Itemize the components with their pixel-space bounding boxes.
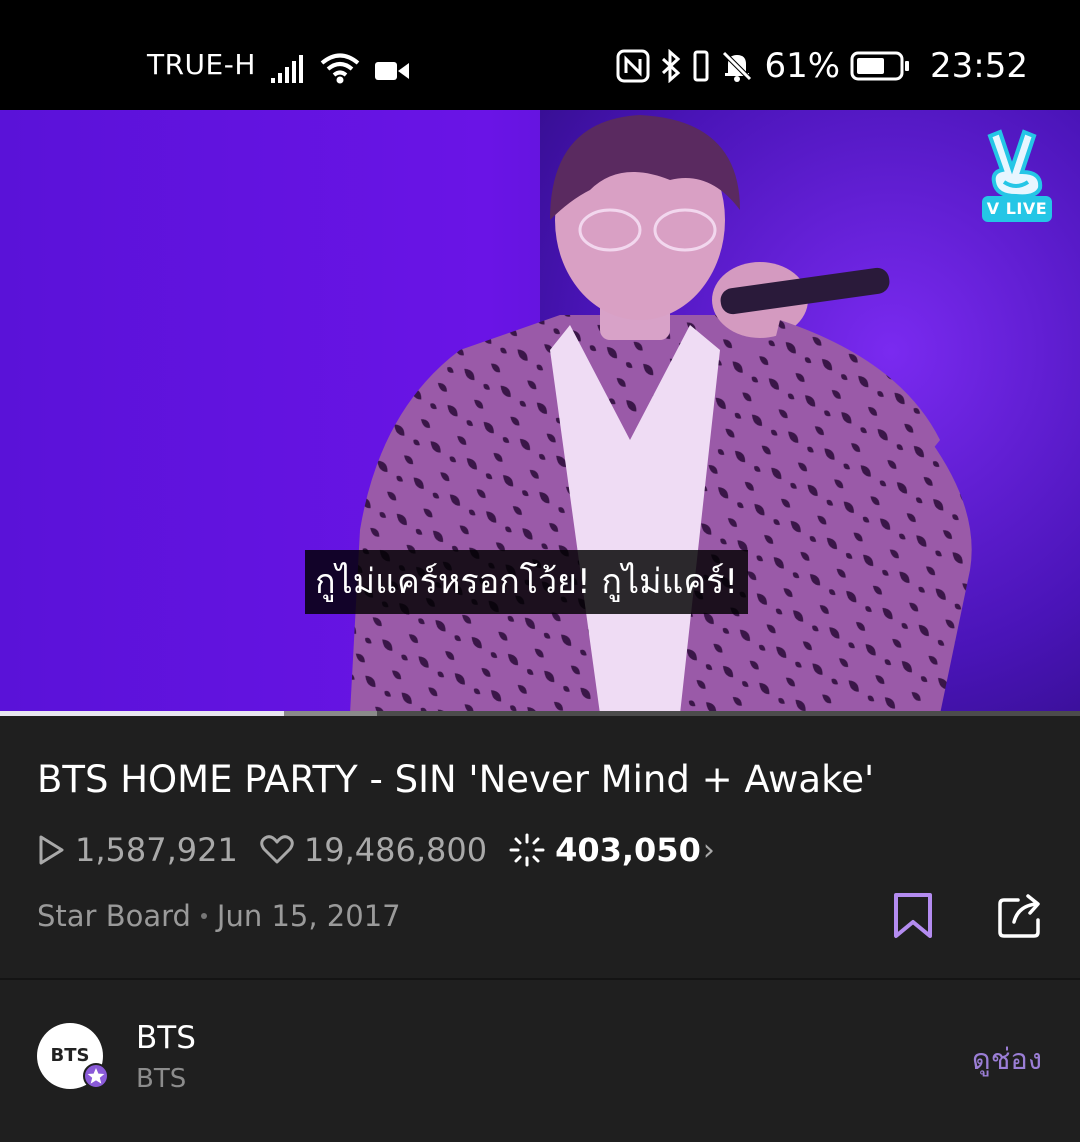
battery-percent: 61% (764, 46, 841, 86)
heart-icon (260, 835, 294, 865)
board-label[interactable]: Star Board (37, 899, 191, 933)
play-icon (37, 834, 65, 866)
stars-stat[interactable]: 403,050 › (509, 831, 715, 869)
performer-image (350, 115, 972, 714)
view-channel-link[interactable]: ดูช่อง (972, 1036, 1042, 1082)
vlive-logo: V LIVE (980, 128, 1054, 224)
share-button[interactable] (996, 892, 1044, 940)
likes-stat: 19,486,800 (260, 831, 487, 869)
channel-row[interactable]: BTS BTS BTS ดูช่อง (0, 980, 1080, 1142)
video-title: BTS HOME PARTY - SIN 'Never Mind + Awake… (37, 758, 875, 801)
stats-row: 1,587,921 19,486,800 403,050 › (37, 828, 737, 872)
vlive-hand-icon (987, 129, 1043, 199)
mute-bell-icon (720, 49, 754, 83)
separator-dot (200, 913, 207, 919)
signal-icon (270, 54, 306, 84)
channel-name[interactable]: BTS (136, 1020, 196, 1056)
star-badge-icon (83, 1063, 109, 1089)
video-player[interactable]: กูไม่แคร์หรอกโว้ย! กูไม่แคร์! V LIVE (0, 110, 1080, 714)
video-info: BTS HOME PARTY - SIN 'Never Mind + Awake… (0, 716, 1080, 978)
status-icons-right: 61% 23:52 (616, 44, 1028, 88)
likes-count: 19,486,800 (303, 831, 488, 869)
clock: 23:52 (930, 46, 1028, 86)
channel-subtitle: BTS (136, 1064, 187, 1094)
chevron-right-icon: › (702, 832, 715, 868)
sparkle-icon (509, 833, 545, 867)
video-camera-icon (374, 58, 410, 84)
share-icon (998, 894, 1040, 938)
vlive-badge: V LIVE (982, 196, 1052, 222)
subtitle-caption: กูไม่แคร์หรอกโว้ย! กูไม่แคร์! (305, 550, 749, 614)
plays-stat: 1,587,921 (37, 831, 238, 869)
plays-count: 1,587,921 (75, 831, 238, 869)
vibrate-icon (692, 49, 710, 83)
bluetooth-icon (660, 49, 682, 83)
nfc-icon (616, 49, 650, 83)
bookmark-icon (894, 893, 932, 938)
status-icons-left (270, 48, 410, 84)
stars-count: 403,050 (555, 831, 701, 869)
bookmark-button[interactable] (891, 892, 935, 940)
meta-row: Star Board Jun 15, 2017 (37, 899, 401, 933)
battery-icon (850, 51, 910, 81)
wifi-icon (320, 52, 360, 84)
status-bar: TRUE-H 61% 23:52 (0, 0, 1080, 110)
carrier-label: TRUE-H (147, 48, 256, 81)
publish-date: Jun 15, 2017 (216, 899, 401, 933)
